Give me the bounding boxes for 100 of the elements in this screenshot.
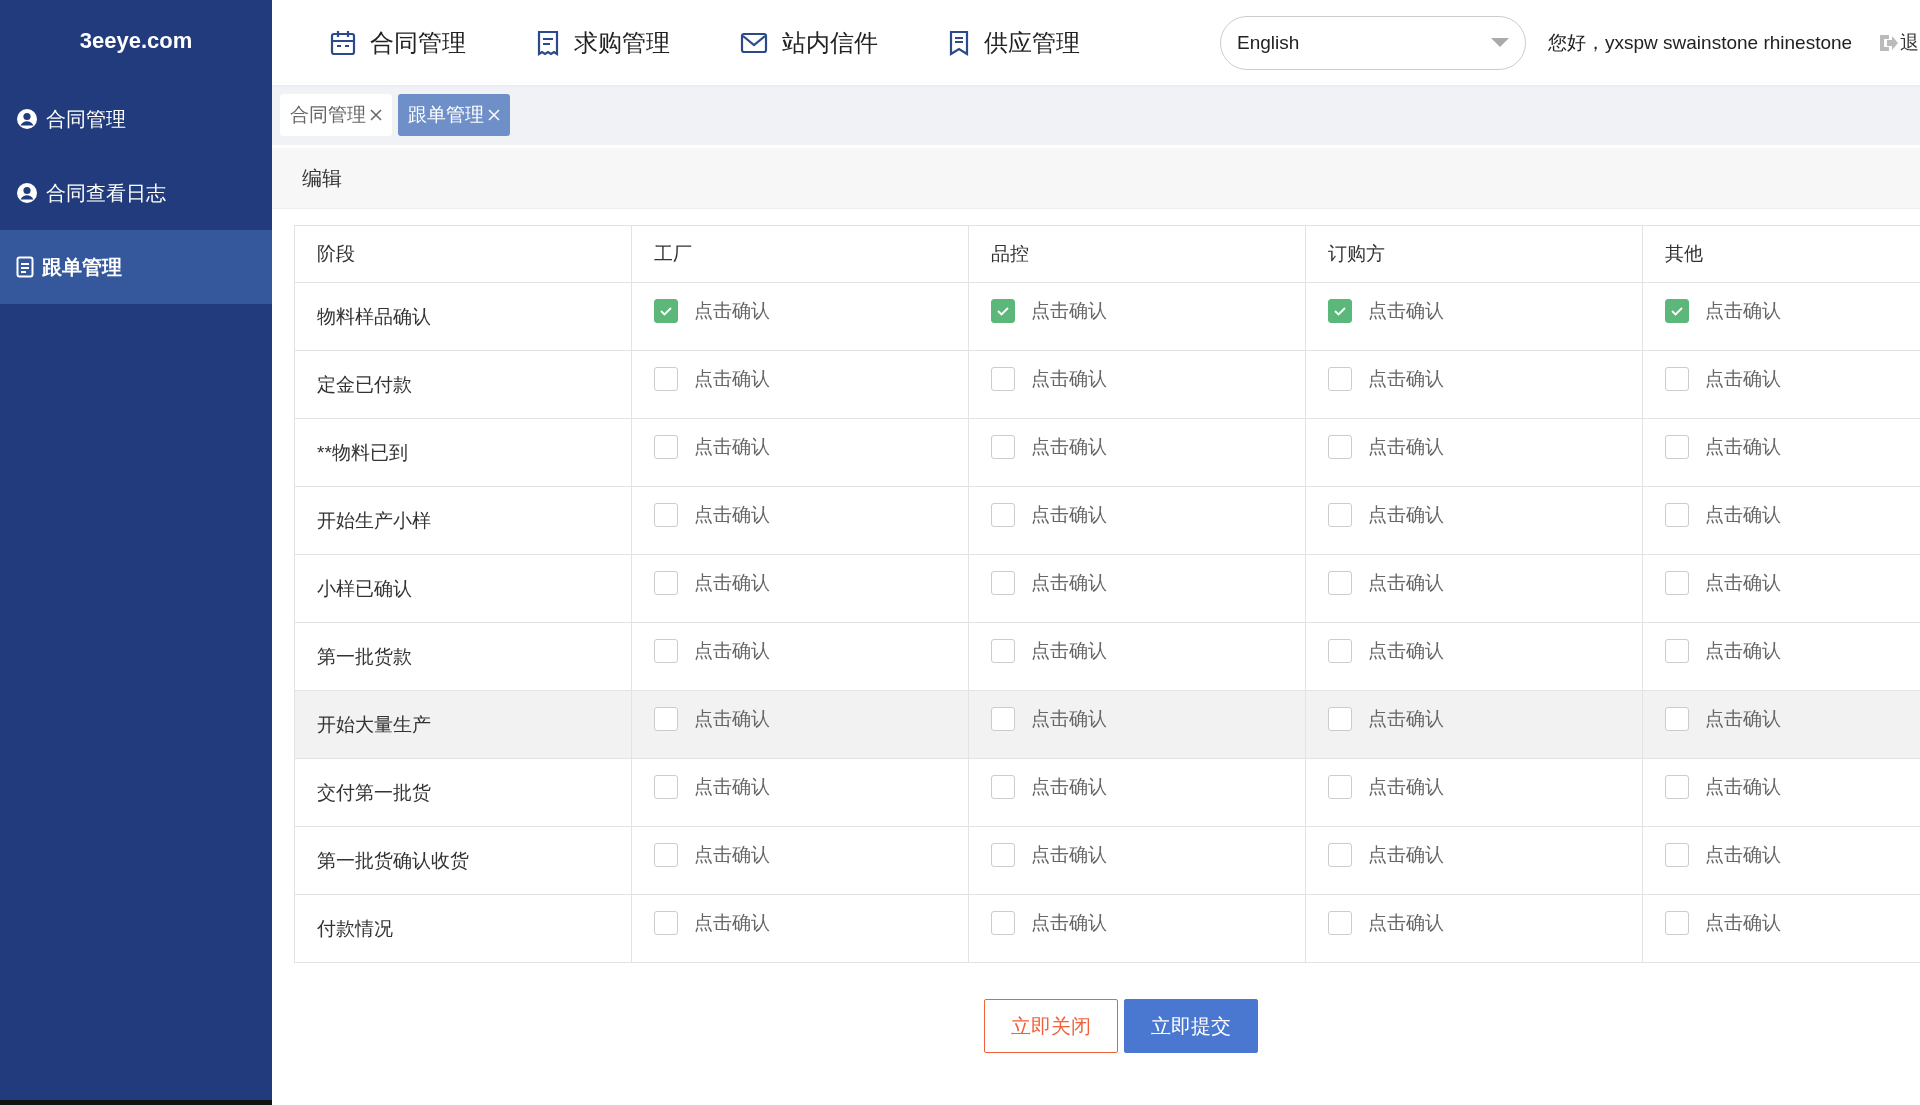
close-button[interactable]: 立即关闭 (984, 999, 1118, 1053)
nav-link[interactable]: 供应管理 (948, 26, 1080, 59)
checkbox[interactable] (1328, 638, 1352, 663)
checkbox[interactable] (654, 638, 678, 663)
checkbox[interactable] (1665, 910, 1689, 935)
checkbox-label[interactable]: 点击确认 (694, 841, 770, 868)
checkbox[interactable] (654, 298, 678, 323)
checkbox[interactable] (991, 298, 1015, 323)
checkbox-label[interactable]: 点击确认 (1368, 637, 1444, 664)
checkbox[interactable] (991, 638, 1015, 663)
checkbox-label[interactable]: 点击确认 (1031, 569, 1107, 596)
checkbox-label[interactable]: 点击确认 (1705, 773, 1781, 800)
checkbox-label[interactable]: 点击确认 (1031, 365, 1107, 392)
checkbox-label[interactable]: 点击确认 (1705, 841, 1781, 868)
checkbox-label[interactable]: 点击确认 (694, 569, 770, 596)
submit-button[interactable]: 立即提交 (1124, 999, 1258, 1053)
checkbox-label[interactable]: 点击确认 (694, 501, 770, 528)
checkbox[interactable] (1328, 366, 1352, 391)
checkbox-label[interactable]: 点击确认 (1705, 297, 1781, 324)
checkbox-label[interactable]: 点击确认 (694, 909, 770, 936)
checkbox-label[interactable]: 点击确认 (694, 773, 770, 800)
checkbox-label[interactable]: 点击确认 (1031, 433, 1107, 460)
checkbox[interactable] (1328, 502, 1352, 527)
checkbox-label[interactable]: 点击确认 (1368, 705, 1444, 732)
checkbox[interactable] (991, 706, 1015, 731)
checkbox[interactable] (1328, 910, 1352, 935)
checkbox-label[interactable]: 点击确认 (1031, 297, 1107, 324)
checkbox-label[interactable]: 点击确认 (1368, 909, 1444, 936)
checkbox[interactable] (1665, 502, 1689, 527)
checkbox-label[interactable]: 点击确认 (1705, 365, 1781, 392)
checkbox-label[interactable]: 点击确认 (1368, 433, 1444, 460)
checkbox-label[interactable]: 点击确认 (694, 365, 770, 392)
checkbox[interactable] (654, 366, 678, 391)
checkbox-label[interactable]: 点击确认 (1705, 705, 1781, 732)
checkbox-label[interactable]: 点击确认 (1705, 433, 1781, 460)
sidebar-item[interactable]: 合同查看日志 (0, 156, 272, 230)
nav-link[interactable]: 站内信件 (740, 26, 878, 59)
checkbox-label[interactable]: 点击确认 (1705, 909, 1781, 936)
checkbox-label[interactable]: 点击确认 (1368, 365, 1444, 392)
checkbox[interactable] (991, 910, 1015, 935)
checkbox-label[interactable]: 点击确认 (1705, 637, 1781, 664)
checkbox[interactable] (991, 774, 1015, 799)
checkbox[interactable] (991, 570, 1015, 595)
checkbox-label[interactable]: 点击确认 (1368, 569, 1444, 596)
checkbox[interactable] (1665, 298, 1689, 323)
checkbox[interactable] (1665, 842, 1689, 867)
page-tab[interactable]: 跟单管理 (398, 94, 510, 136)
checkbox[interactable] (1665, 638, 1689, 663)
checkbox[interactable] (1328, 570, 1352, 595)
checkbox-label[interactable]: 点击确认 (694, 637, 770, 664)
checkbox[interactable] (991, 842, 1015, 867)
checkbox[interactable] (1328, 298, 1352, 323)
checkbox[interactable] (1328, 774, 1352, 799)
checkbox-label[interactable]: 点击确认 (1031, 909, 1107, 936)
checkbox[interactable] (654, 910, 678, 935)
checkbox[interactable] (654, 774, 678, 799)
sidebar-item[interactable]: 合同管理 (0, 82, 272, 156)
checkbox-label[interactable]: 点击确认 (1368, 501, 1444, 528)
checkbox-label[interactable]: 点击确认 (1031, 501, 1107, 528)
checkbox[interactable] (654, 434, 678, 459)
stage-cell: **物料已到 (294, 418, 632, 487)
checkbox[interactable] (654, 502, 678, 527)
checkbox[interactable] (991, 434, 1015, 459)
page-tab[interactable]: 合同管理 (280, 94, 392, 136)
checkbox-label[interactable]: 点击确认 (1368, 841, 1444, 868)
checkbox[interactable] (1665, 434, 1689, 459)
checkbox[interactable] (991, 366, 1015, 391)
receipt-icon (536, 29, 560, 56)
checkbox[interactable] (1665, 366, 1689, 391)
checkbox-label[interactable]: 点击确认 (1705, 501, 1781, 528)
nav-link[interactable]: 求购管理 (536, 26, 670, 59)
checkbox-label[interactable]: 点击确认 (1031, 705, 1107, 732)
checkbox-label[interactable]: 点击确认 (1368, 297, 1444, 324)
checkbox[interactable] (1665, 706, 1689, 731)
sidebar-item[interactable]: 跟单管理 (0, 230, 272, 304)
nav-link[interactable]: 合同管理 (330, 26, 466, 59)
checkbox[interactable] (1328, 842, 1352, 867)
checkbox-label[interactable]: 点击确认 (1705, 569, 1781, 596)
checkbox-label[interactable]: 点击确认 (694, 433, 770, 460)
logout-link[interactable]: 退 (1878, 29, 1920, 56)
checkbox[interactable] (654, 842, 678, 867)
checkbox-label[interactable]: 点击确认 (1031, 773, 1107, 800)
document-icon (16, 256, 34, 278)
checkbox[interactable] (1665, 774, 1689, 799)
checkbox-label[interactable]: 点击确认 (694, 705, 770, 732)
checkbox-label[interactable]: 点击确认 (1031, 637, 1107, 664)
checkbox[interactable] (654, 706, 678, 731)
checkbox-label[interactable]: 点击确认 (694, 297, 770, 324)
checkbox-label[interactable]: 点击确认 (1031, 841, 1107, 868)
close-icon[interactable] (370, 109, 382, 121)
logout-icon (1878, 32, 1899, 53)
logo-text: 3eeye.com (79, 28, 193, 54)
stage-cell: 付款情况 (294, 894, 632, 963)
checkbox[interactable] (991, 502, 1015, 527)
checkbox[interactable] (1328, 706, 1352, 731)
user-greeting: 您好，yxspw swainstone rhinestone (1548, 30, 1853, 55)
checkbox-label[interactable]: 点击确认 (1368, 773, 1444, 800)
checkbox[interactable] (654, 570, 678, 595)
checkbox[interactable] (1665, 570, 1689, 595)
checkbox[interactable] (1328, 434, 1352, 459)
